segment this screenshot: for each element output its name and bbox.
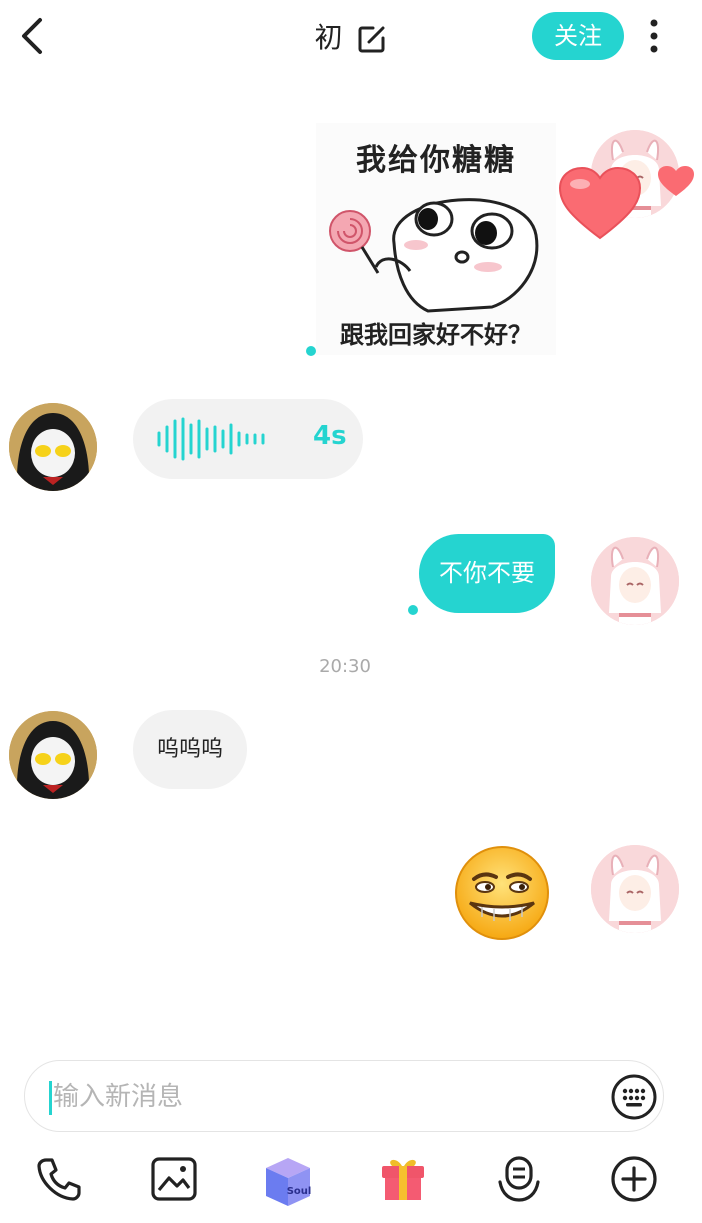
header: 初 关注 xyxy=(0,0,702,76)
voice-waveform-icon xyxy=(157,417,265,461)
edit-icon[interactable] xyxy=(357,24,387,54)
grinning-face-emoji[interactable] xyxy=(452,845,552,941)
text-cursor xyxy=(49,1081,52,1115)
contact-avatar[interactable] xyxy=(9,403,97,491)
sticker-message[interactable]: 我给你糖糖 跟我回家好不好？ xyxy=(316,123,556,355)
heart-reaction-icon xyxy=(558,166,694,240)
unread-dot xyxy=(306,346,316,356)
my-avatar[interactable] xyxy=(591,845,679,933)
message-timestamp: 20:30 xyxy=(319,656,371,677)
soul-box-label: Soul xyxy=(287,1186,312,1197)
voice-message[interactable]: 4s xyxy=(133,399,363,479)
my-avatar[interactable] xyxy=(591,537,679,625)
soul-box-icon: Soul xyxy=(266,1158,312,1206)
bunny-girl-avatar-image xyxy=(591,537,679,625)
voice-call-button[interactable] xyxy=(34,1154,84,1204)
plus-circle-icon xyxy=(611,1156,657,1202)
incoming-text-message[interactable]: 呜呜呜 xyxy=(133,710,247,789)
contact-name: 初 xyxy=(314,21,343,54)
more-vertical-icon xyxy=(650,19,658,53)
soul-box-button[interactable]: Soul xyxy=(260,1152,316,1208)
unread-dot xyxy=(408,605,418,615)
keyboard-toggle-button[interactable] xyxy=(611,1074,657,1120)
message-composer xyxy=(24,1060,664,1132)
contact-avatar[interactable] xyxy=(9,711,97,799)
message-input[interactable] xyxy=(53,1075,593,1119)
voice-duration: 4s xyxy=(313,421,347,451)
image-icon xyxy=(151,1157,197,1201)
more-button[interactable] xyxy=(640,14,668,58)
hooded-figure-avatar-image xyxy=(9,403,97,491)
more-actions-button[interactable] xyxy=(609,1154,659,1204)
phone-icon xyxy=(37,1158,81,1201)
hooded-figure-avatar-image xyxy=(9,711,97,799)
photo-button[interactable] xyxy=(149,1154,199,1204)
sticker-bottom-text: 跟我回家好不好？ xyxy=(340,320,532,349)
outgoing-text-message[interactable]: 不你不要 xyxy=(419,534,555,613)
bunny-girl-avatar-image xyxy=(591,845,679,933)
follow-button[interactable]: 关注 xyxy=(532,12,624,60)
keyboard-icon xyxy=(611,1074,657,1120)
voice-avatar-icon xyxy=(498,1156,540,1202)
voice-match-button[interactable] xyxy=(494,1154,544,1204)
gift-icon xyxy=(382,1159,424,1200)
lollipop-character-illustration xyxy=(329,198,539,313)
gift-button[interactable] xyxy=(378,1154,428,1204)
